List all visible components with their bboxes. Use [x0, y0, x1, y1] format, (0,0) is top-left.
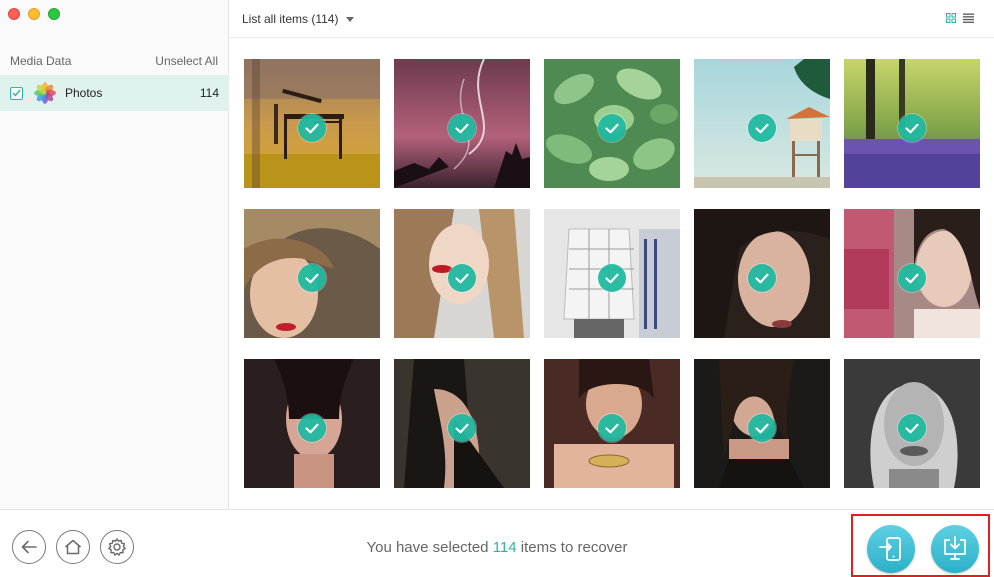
checkmark-icon	[12, 89, 21, 97]
status-suffix: items to recover	[520, 539, 628, 556]
maximize-window-button[interactable]	[48, 8, 60, 20]
selected-check-icon	[748, 414, 776, 442]
selected-check-icon	[898, 114, 926, 142]
close-window-button[interactable]	[8, 8, 20, 20]
photo-tile[interactable]	[694, 59, 830, 188]
list-filter-label: List all items (114)	[242, 12, 339, 26]
photo-tile[interactable]	[244, 209, 380, 338]
selection-status: You have selected 114 items to recover	[0, 539, 994, 556]
selected-check-icon	[748, 114, 776, 142]
photo-tile[interactable]	[244, 359, 380, 488]
window-controls	[8, 8, 60, 20]
sidebar-header: Media Data Unselect All	[10, 54, 218, 68]
selected-check-icon	[298, 414, 326, 442]
selected-check-icon	[898, 264, 926, 292]
photo-tile[interactable]	[844, 209, 980, 338]
minimize-window-button[interactable]	[28, 8, 40, 20]
sidebar-title: Media Data	[10, 54, 72, 68]
photo-tile[interactable]	[544, 209, 680, 338]
selected-check-icon	[448, 264, 476, 292]
selected-check-icon	[448, 414, 476, 442]
view-toggle	[946, 13, 974, 23]
sidebar-item-photos[interactable]: Photos 114	[0, 75, 229, 111]
sidebar: Media Data Unselect All Photos 114	[0, 0, 229, 509]
content-header: List all items (114)	[229, 0, 994, 38]
selected-check-icon	[598, 264, 626, 292]
selected-check-icon	[448, 114, 476, 142]
photos-app-icon	[34, 82, 56, 104]
sidebar-item-count: 114	[199, 86, 219, 100]
photo-tile[interactable]	[394, 209, 530, 338]
photo-tile[interactable]	[844, 359, 980, 488]
app-window: Media Data Unselect All Photos 114 List …	[0, 0, 994, 577]
status-prefix: You have selected	[366, 539, 489, 556]
recover-to-device-button[interactable]	[867, 525, 915, 573]
selected-check-icon	[298, 114, 326, 142]
photo-tile[interactable]	[544, 359, 680, 488]
selected-check-icon	[598, 414, 626, 442]
selected-check-icon	[748, 264, 776, 292]
photo-tile[interactable]	[244, 59, 380, 188]
grid-view-icon[interactable]	[946, 13, 956, 23]
status-count: 114	[492, 539, 517, 556]
selected-check-icon	[898, 414, 926, 442]
action-highlight-frame	[851, 514, 990, 577]
sidebar-item-label: Photos	[65, 86, 103, 100]
chevron-down-icon	[346, 16, 355, 22]
unselect-all-link[interactable]: Unselect All	[155, 54, 218, 68]
recover-to-device-icon	[879, 537, 901, 561]
photo-tile[interactable]	[694, 209, 830, 338]
bottom-bar: You have selected 114 items to recover	[0, 509, 994, 577]
photo-tile[interactable]	[694, 359, 830, 488]
photo-tile[interactable]	[394, 359, 530, 488]
recover-to-computer-icon	[944, 536, 966, 560]
photo-tile[interactable]	[544, 59, 680, 188]
photos-checkbox[interactable]	[10, 86, 23, 100]
photo-tile[interactable]	[844, 59, 980, 188]
recover-to-computer-button[interactable]	[931, 525, 979, 573]
list-filter-dropdown[interactable]: List all items (114)	[242, 12, 355, 26]
selected-check-icon	[598, 114, 626, 142]
selected-check-icon	[298, 264, 326, 292]
photo-tile[interactable]	[394, 59, 530, 188]
list-view-icon[interactable]	[963, 13, 974, 23]
